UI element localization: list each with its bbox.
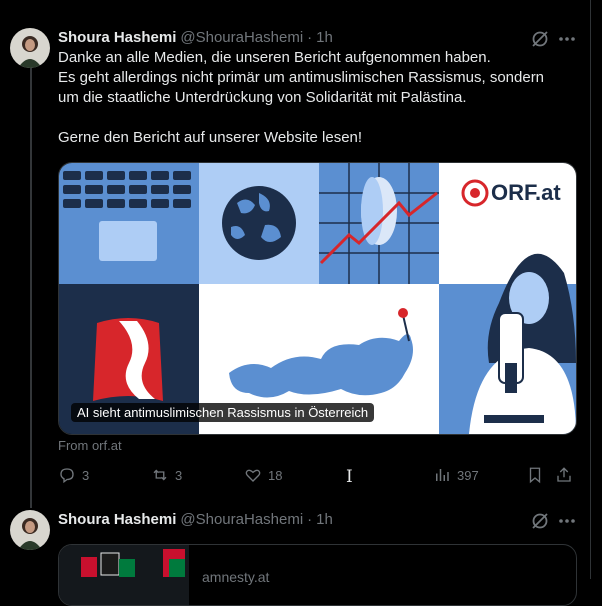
reply-icon [60,468,74,484]
separator-dot: · [307,511,313,528]
link-card[interactable]: ORF.at AI sieht antimuslimischen Rassism… [58,162,577,435]
more-icon[interactable] [557,511,577,531]
reply-count: 3 [82,467,90,483]
tweet-text: Danke an alle Medien, die unseren Berich… [58,48,583,148]
share-icon [557,467,571,482]
repost-icon [153,469,167,481]
views-icon [436,469,449,481]
more-icon[interactable] [557,29,577,49]
separator-dot: · [307,29,313,46]
view-count: 397 [457,467,479,483]
views-button[interactable]: 397 [433,466,479,484]
text-cursor: I [346,467,353,487]
author-handle[interactable]: @ShouraHashemi [180,29,303,46]
card-source[interactable]: From orf.at [58,438,122,453]
tweet-actions: 3 3 18 397 [58,466,578,488]
repost-button[interactable]: 3 [151,466,182,484]
timestamp[interactable]: 1h [316,511,333,528]
orf-logo: ORF.at [491,180,561,205]
card-image: ORF.at [59,163,576,434]
card-domain: amnesty.at [202,569,270,585]
reply-button[interactable]: 3 [58,466,89,484]
tweet-line: Danke an alle Medien, die unseren Berich… [58,49,491,66]
grok-icon[interactable] [530,29,550,49]
grok-icon[interactable] [530,511,550,531]
heart-icon [245,469,261,482]
avatar[interactable] [10,510,50,550]
like-button[interactable]: 18 [244,466,282,484]
thread-line [30,68,32,508]
avatar[interactable] [10,28,50,68]
card-thumbnail [59,545,189,605]
tweet-line: Es geht allerdings nicht primär um antim… [58,69,545,86]
tweet-line: Gerne den Bericht auf unserer Website le… [58,129,363,146]
author-name[interactable]: Shoura Hashemi [58,511,176,528]
timeline-border [590,0,591,579]
timestamp[interactable]: 1h [316,29,333,46]
card-caption: AI sieht antimuslimischen Rassismus in Ö… [71,403,375,422]
share-button[interactable] [555,466,579,484]
tweet-header: Shoura Hashemi @ShouraHashemi · 1h [58,511,333,528]
author-name[interactable]: Shoura Hashemi [58,29,176,46]
link-card[interactable]: amnesty.at [58,544,577,606]
bookmark-button[interactable] [526,466,550,484]
author-handle[interactable]: @ShouraHashemi [180,511,303,528]
tweet-line: um die staatliche Unterdrückung von Soli… [58,89,467,106]
bookmark-icon [529,467,541,484]
repost-count: 3 [175,467,183,483]
tweet-header: Shoura Hashemi @ShouraHashemi · 1h [58,29,333,46]
like-count: 18 [268,467,283,483]
